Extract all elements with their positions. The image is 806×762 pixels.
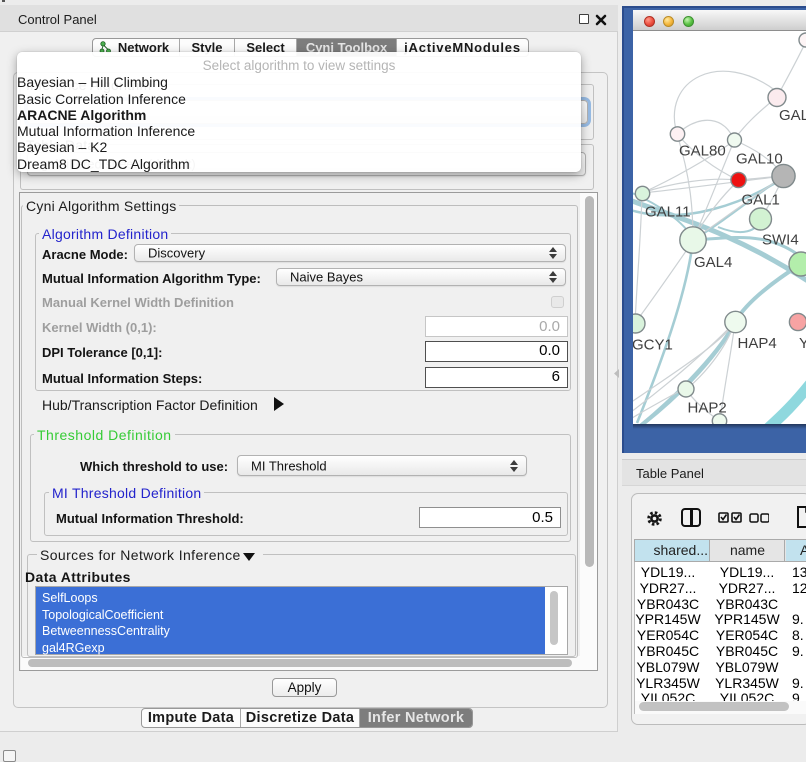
svg-text:GAL11: GAL11: [645, 204, 691, 221]
svg-text:GAL10: GAL10: [736, 151, 783, 168]
svg-text:GAL1: GAL1: [742, 192, 780, 209]
svg-text:GCY1: GCY1: [633, 337, 673, 354]
svg-text:HAP4: HAP4: [738, 335, 777, 352]
svg-text:GAL80: GAL80: [679, 143, 726, 160]
svg-text:GAL4: GAL4: [694, 254, 732, 271]
svg-text:GAL7: GAL7: [779, 107, 806, 124]
svg-text:SWI4: SWI4: [762, 232, 799, 249]
svg-text:HAP2: HAP2: [688, 400, 727, 417]
svg-text:YJ: YJ: [799, 335, 806, 352]
